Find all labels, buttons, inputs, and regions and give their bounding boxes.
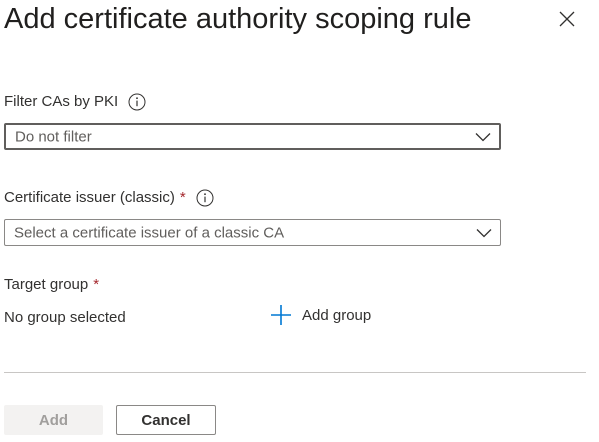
info-icon[interactable] xyxy=(196,189,214,207)
panel-title: Add certificate authority scoping rule xyxy=(4,3,472,35)
scoping-rule-panel: Add certificate authority scoping rule F… xyxy=(0,0,599,442)
add-group-button[interactable]: Add group xyxy=(270,304,371,326)
issuer-dropdown[interactable]: Select a certificate issuer of a classic… xyxy=(4,219,501,246)
required-asterisk: * xyxy=(179,189,186,206)
close-icon xyxy=(559,11,575,27)
close-button[interactable] xyxy=(552,4,582,34)
required-asterisk: * xyxy=(93,276,100,293)
add-group-label: Add group xyxy=(302,306,372,324)
target-group-label-text: Target group xyxy=(4,276,89,293)
issuer-label: Certificate issuer (classic) * xyxy=(4,188,214,208)
plus-icon xyxy=(270,304,292,326)
chevron-down-icon xyxy=(476,228,492,238)
filter-pki-selected: Do not filter xyxy=(15,128,92,145)
issuer-label-text: Certificate issuer (classic) xyxy=(4,189,175,206)
issuer-placeholder: Select a certificate issuer of a classic… xyxy=(14,224,285,241)
info-icon[interactable] xyxy=(128,93,146,111)
target-group-label: Target group * xyxy=(4,275,99,295)
cancel-button[interactable]: Cancel xyxy=(116,405,216,435)
filter-pki-label-text: Filter CAs by PKI xyxy=(4,93,119,110)
target-group-value: No group selected xyxy=(4,309,126,326)
filter-pki-dropdown[interactable]: Do not filter xyxy=(4,123,501,150)
filter-pki-label: Filter CAs by PKI xyxy=(4,92,146,112)
chevron-down-icon xyxy=(475,132,491,142)
add-button[interactable]: Add xyxy=(4,405,103,435)
divider xyxy=(4,372,586,373)
